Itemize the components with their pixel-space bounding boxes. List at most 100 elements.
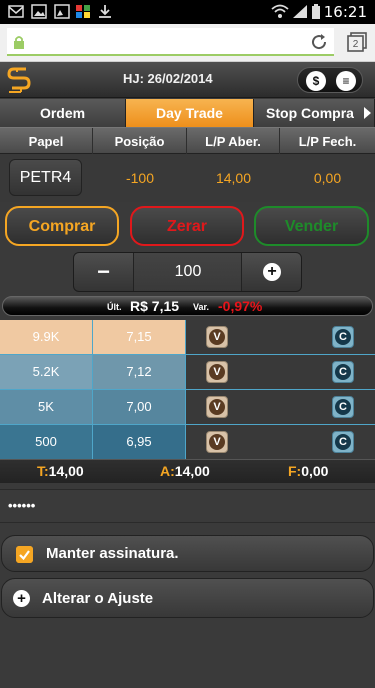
position-lp-open: 14,00 (215, 170, 252, 186)
plus-icon: + (13, 590, 30, 607)
total-a: A:14,00 (160, 463, 210, 479)
download-icon (99, 5, 111, 18)
buy-button[interactable]: Comprar (5, 206, 119, 246)
header-button-group: $ ≡ (297, 67, 363, 93)
mail-icon (8, 5, 24, 18)
sell-button[interactable]: Vender (254, 206, 369, 246)
tab-bar: Ordem Day Trade Stop Compra (0, 99, 375, 127)
lock-icon (14, 36, 24, 49)
book-actions: V C (186, 355, 375, 389)
keep-signature-row[interactable]: Manter assinatura. (1, 535, 374, 572)
v-icon: V (209, 399, 225, 415)
position-row: PETR4 -100 14,00 0,00 (0, 154, 375, 202)
v-icon: V (209, 329, 225, 345)
quantity-input[interactable]: 100 (134, 253, 242, 291)
chevron-right-icon[interactable] (362, 106, 372, 120)
menu-button[interactable]: ≡ (336, 71, 356, 91)
tab-switcher-icon[interactable]: 2 (347, 32, 367, 52)
total-t-label: T: (37, 463, 49, 479)
total-a-value: 14,00 (174, 463, 210, 479)
position-header: Papel Posição L/P Aber. L/P Fech. (0, 127, 375, 155)
sell-at-price-button[interactable]: V (206, 326, 228, 348)
book-price[interactable]: 7,15 (93, 320, 186, 354)
buy-at-price-button[interactable]: C (332, 361, 354, 383)
plus-icon: + (263, 263, 281, 281)
reset-button[interactable]: Zerar (130, 206, 244, 246)
col-lp-fech: L/P Fech. (298, 134, 357, 149)
position-qty: -100 (125, 170, 155, 186)
battery-icon (312, 4, 320, 19)
tab-stop-compra[interactable]: Stop Compra (254, 99, 375, 127)
book-qty: 9.9K (0, 320, 93, 354)
book-row: 500 6,95 V C (0, 425, 375, 460)
decrease-button[interactable]: − (74, 253, 134, 291)
order-book: 9.9K 7,15 V C 5.2K 7,12 V C 5K 7,00 V C … (0, 320, 375, 460)
last-price: R$ 7,15 (130, 298, 180, 314)
total-f: F:0,00 (288, 463, 328, 479)
current-date: HJ: 26/02/2014 (123, 71, 213, 86)
sell-at-price-button[interactable]: V (206, 361, 228, 383)
gallery-icon (54, 4, 70, 19)
c-icon: C (335, 434, 351, 450)
increase-button[interactable]: + (241, 253, 301, 291)
app-header: HJ: 26/02/2014 $ ≡ (0, 62, 375, 98)
tab-stop-compra-label: Stop Compra (266, 105, 354, 121)
adjust-label: Alterar o Ajuste (42, 590, 154, 607)
adjust-row[interactable]: + Alterar o Ajuste (1, 578, 374, 618)
total-t-value: 14,00 (48, 463, 84, 479)
sell-at-price-button[interactable]: V (206, 396, 228, 418)
password-value: •••••• (8, 498, 36, 513)
clock: 16:21 (323, 3, 367, 21)
col-posicao: Posição (93, 128, 187, 155)
col-lp-aber: L/P Aber. (187, 128, 280, 155)
total-f-label: F: (288, 463, 302, 479)
c-icon: C (335, 364, 351, 380)
reload-icon[interactable] (310, 33, 328, 51)
v-icon: V (209, 434, 225, 450)
status-bar: 16:21 (0, 0, 375, 24)
buy-at-price-button[interactable]: C (332, 431, 354, 453)
buy-at-price-button[interactable]: C (332, 326, 354, 348)
sell-at-price-button[interactable]: V (206, 431, 228, 453)
app-notification-icon (76, 5, 90, 18)
browser-toolbar: 2 (0, 24, 375, 62)
position-lp-close: 0,00 (313, 170, 342, 186)
checkbox-checked-icon[interactable] (16, 546, 33, 563)
tab-day-trade[interactable]: Day Trade (126, 99, 254, 127)
logo-icon[interactable] (6, 66, 32, 94)
book-actions: V C (186, 390, 375, 424)
signature-password-field[interactable]: •••••• (0, 489, 375, 523)
v-icon: V (209, 364, 225, 380)
book-price[interactable]: 6,95 (93, 425, 186, 459)
keep-signature-label: Manter assinatura. (46, 545, 179, 562)
book-price[interactable]: 7,00 (93, 390, 186, 424)
last-price-bar: Últ. R$ 7,15 Var. -0,97% (2, 296, 373, 316)
book-row: 5K 7,00 V C (0, 390, 375, 425)
image-icon (31, 4, 47, 19)
c-icon: C (335, 329, 351, 345)
book-actions: V C (186, 320, 375, 354)
wifi-icon (271, 4, 289, 18)
book-row: 5.2K 7,12 V C (0, 355, 375, 390)
variation-value: -0,97% (218, 298, 263, 314)
variation-label: Var. (193, 302, 210, 312)
book-row: 9.9K 7,15 V C (0, 320, 375, 355)
last-label: Últ. (107, 302, 122, 312)
tab-ordem[interactable]: Ordem (0, 99, 126, 127)
order-actions: Comprar Zerar Vender (0, 206, 375, 248)
c-icon: C (335, 399, 351, 415)
quantity-stepper: − 100 + (73, 252, 302, 292)
book-actions: V C (186, 425, 375, 459)
book-qty: 5K (0, 390, 93, 424)
book-qty: 500 (0, 425, 93, 459)
book-price[interactable]: 7,12 (93, 355, 186, 389)
total-f-value: 0,00 (301, 463, 329, 479)
total-t: T:14,00 (37, 463, 84, 479)
total-a-label: A: (160, 463, 175, 479)
ticker-input[interactable]: PETR4 (9, 159, 82, 196)
col-papel: Papel (0, 128, 93, 155)
currency-button[interactable]: $ (306, 71, 326, 91)
buy-at-price-button[interactable]: C (332, 396, 354, 418)
url-bar[interactable] (7, 28, 334, 56)
signal-icon (293, 5, 307, 18)
